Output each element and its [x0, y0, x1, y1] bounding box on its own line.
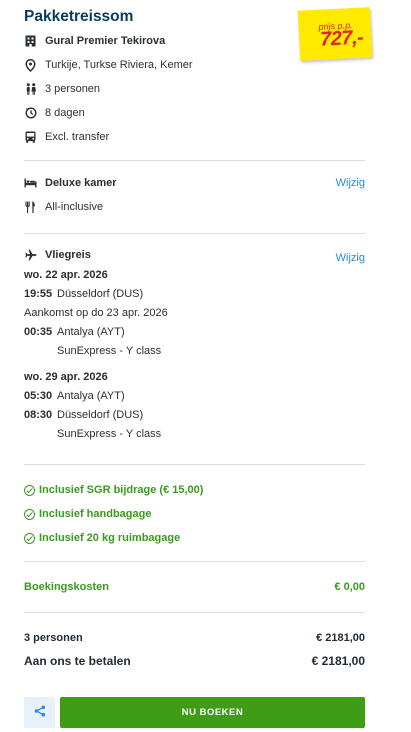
inclusion-text: Inclusief handbagage — [39, 508, 152, 520]
amount-due-label: Aan ons te betalen — [24, 654, 131, 668]
booking-summary: Pakketreissom prijs p.p. 727,- Gural Pre… — [0, 7, 411, 732]
duration-text: 8 dagen — [45, 107, 85, 119]
return-flight: wo. 29 apr. 2026 05:30 Antalya (AYT) 08:3… — [24, 368, 365, 444]
change-room-link[interactable]: Wijzig — [336, 177, 365, 189]
check-circle-icon — [24, 532, 35, 544]
cutlery-icon — [24, 201, 37, 214]
persons-row: 3 personen — [24, 77, 365, 101]
check-circle-icon — [24, 508, 35, 520]
board-text: All-inclusive — [45, 201, 104, 213]
booking-costs-row: Boekingskosten € 0,00 — [24, 562, 365, 612]
bed-icon — [24, 177, 37, 190]
transfer-text: Excl. transfer — [45, 131, 110, 143]
outbound-date: wo. 22 apr. 2026 — [24, 269, 108, 281]
return-carrier: SunExpress - Y class — [57, 428, 162, 440]
book-now-button[interactable]: NU BOEKEN — [60, 697, 365, 728]
room-type: Deluxe kamer — [45, 177, 117, 189]
room-type-row: Deluxe kamer — [24, 171, 336, 195]
change-flight-link[interactable]: Wijzig — [336, 252, 365, 264]
return-arrival: 08:30 Düsseldorf (DUS) — [24, 406, 365, 425]
divider — [24, 464, 365, 465]
inclusion-text: Inclusief SGR bijdrage (€ 15,00) — [39, 484, 204, 496]
return-depart-airport: Antalya (AYT) — [57, 390, 125, 402]
persons-total-value: € 2181,00 — [316, 632, 365, 644]
outbound-arrive-airport: Antalya (AYT) — [57, 326, 125, 338]
return-arrive-airport: Düsseldorf (DUS) — [57, 409, 144, 421]
airplane-icon — [24, 249, 37, 262]
outbound-arrival-note: Aankomst op do 23 apr. 2026 — [24, 307, 168, 319]
location-text: Turkije, Turkse Riviera, Kemer — [45, 59, 193, 71]
flight-heading: Vliegreis — [45, 249, 91, 261]
divider — [24, 233, 365, 234]
location-pin-icon — [24, 58, 37, 72]
room-header: Deluxe kamer Wijzig — [24, 171, 365, 195]
hotel-name: Gural Premier Tekirova — [45, 35, 166, 47]
outbound-depart-time: 19:55 — [24, 288, 53, 300]
amount-due-row: Aan ons te betalen € 2181,00 — [24, 650, 365, 672]
inclusion-item: Inclusief 20 kg ruimbagage — [24, 526, 365, 550]
persons-total-label: 3 personen — [24, 632, 83, 644]
share-button[interactable] — [24, 697, 55, 728]
room-section: Deluxe kamer Wijzig All-inclusive — [24, 171, 365, 219]
return-departure: 05:30 Antalya (AYT) — [24, 387, 365, 406]
price-per-person: 727,- — [319, 26, 364, 51]
building-icon — [24, 35, 37, 48]
booking-costs-label: Boekingskosten — [24, 581, 109, 593]
outbound-flight: wo. 22 apr. 2026 19:55 Düsseldorf (DUS) A… — [24, 266, 365, 361]
return-arrive-time: 08:30 — [24, 409, 53, 421]
share-icon — [34, 704, 46, 722]
clock-icon — [24, 107, 37, 120]
divider — [24, 160, 365, 161]
divider — [24, 612, 365, 613]
flight-section: Vliegreis Wijzig wo. 22 apr. 2026 19:55 D… — [24, 243, 365, 444]
flight-header: Vliegreis Wijzig — [24, 243, 365, 267]
action-bar: NU BOEKEN — [24, 697, 365, 728]
inclusion-item: Inclusief SGR bijdrage (€ 15,00) — [24, 478, 365, 502]
inclusion-item: Inclusief handbagage — [24, 502, 365, 526]
outbound-arrive-time: 00:35 — [24, 326, 53, 338]
booking-costs-value: € 0,00 — [334, 581, 365, 593]
outbound-departure: 19:55 Düsseldorf (DUS) — [24, 285, 365, 304]
outbound-depart-airport: Düsseldorf (DUS) — [57, 288, 144, 300]
duration-row: 8 dagen — [24, 101, 365, 125]
transfer-row: Excl. transfer — [24, 125, 365, 149]
return-depart-time: 05:30 — [24, 390, 53, 402]
price-sticker: prijs p.p. 727,- — [297, 7, 373, 61]
amount-due-value: € 2181,00 — [311, 654, 365, 668]
flight-heading-row: Vliegreis — [24, 243, 336, 267]
return-date: wo. 29 apr. 2026 — [24, 371, 108, 383]
bus-icon — [24, 131, 37, 144]
check-circle-icon — [24, 484, 35, 496]
persons-icon — [24, 83, 37, 96]
outbound-arrival: 00:35 Antalya (AYT) — [24, 323, 365, 342]
board-row: All-inclusive — [24, 195, 365, 219]
inclusions-list: Inclusief SGR bijdrage (€ 15,00) Inclusi… — [24, 478, 365, 550]
persons-text: 3 personen — [45, 83, 101, 95]
persons-total-row: 3 personen € 2181,00 — [24, 626, 365, 650]
outbound-carrier: SunExpress - Y class — [57, 345, 162, 357]
inclusion-text: Inclusief 20 kg ruimbagage — [39, 532, 181, 544]
